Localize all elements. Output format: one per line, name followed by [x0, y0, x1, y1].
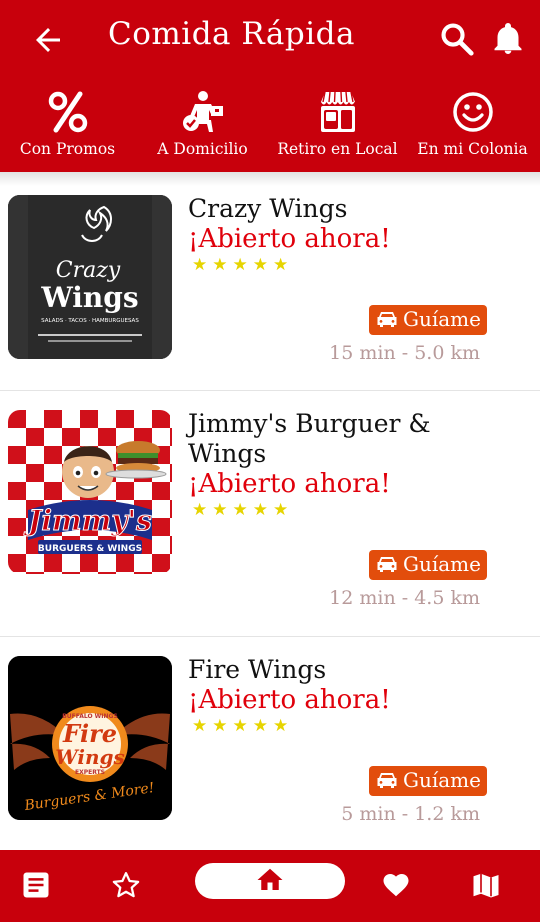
- restaurant-logo-fire-wings: BUFFALO WINGS Fire Wings EXPERTS Burguer…: [8, 656, 172, 820]
- jimmys-logo-image: Jimmy's BURGUERS & WINGS: [8, 410, 172, 574]
- logo-text: Wings: [40, 281, 138, 314]
- arrow-left-icon[interactable]: [30, 22, 66, 58]
- restaurant-name[interactable]: Crazy Wings: [188, 194, 488, 224]
- bell-icon[interactable]: [490, 20, 526, 58]
- percent-icon: [48, 91, 88, 133]
- fire-wings-logo-image: BUFFALO WINGS Fire Wings EXPERTS Burguer…: [8, 656, 172, 820]
- car-icon: [377, 312, 397, 327]
- category-a-domicilio[interactable]: A Domicilio: [135, 88, 270, 168]
- logo-text: SALADS · TACOS · HAMBURGUESAS: [41, 318, 139, 324]
- home-tab[interactable]: [195, 863, 345, 899]
- category-label: Retiro en Local: [277, 140, 398, 158]
- category-bar: Con Promos A Domicilio Retiro en Local E…: [0, 88, 540, 168]
- home-icon: [257, 868, 283, 890]
- app-header: Comida Rápida Con Promos A Domicilio Ret…: [0, 0, 540, 172]
- open-status: ¡Abierto ahora!: [188, 469, 391, 499]
- open-status: ¡Abierto ahora!: [188, 224, 391, 254]
- category-en-mi-colonia[interactable]: En mi Colonia: [405, 88, 540, 168]
- bottom-navigation: [0, 850, 540, 922]
- logo-text: Crazy: [56, 258, 121, 283]
- logo-text: Jimmy's: [23, 504, 152, 537]
- guide-label: Guíame: [403, 552, 481, 576]
- category-retiro-en-local[interactable]: Retiro en Local: [270, 88, 405, 168]
- logo-text: Wings: [55, 745, 125, 769]
- rating-stars: ★★★★★: [192, 716, 294, 736]
- search-icon[interactable]: [438, 20, 476, 58]
- guide-button[interactable]: Guíame: [369, 550, 487, 580]
- page-title: Comida Rápida: [108, 16, 355, 52]
- distance-text: 5 min - 1.2 km: [341, 803, 480, 825]
- category-label: A Domicilio: [157, 140, 248, 158]
- guide-label: Guíame: [403, 307, 481, 331]
- restaurant-name[interactable]: Jimmy's Burguer & Wings: [188, 409, 488, 469]
- logo-text: BURGUERS & WINGS: [38, 544, 142, 554]
- restaurant-name[interactable]: Fire Wings: [188, 655, 488, 685]
- distance-text: 15 min - 5.0 km: [329, 342, 480, 364]
- star-outline-icon[interactable]: [111, 870, 141, 900]
- list-icon[interactable]: [21, 870, 51, 900]
- heart-icon[interactable]: [381, 870, 411, 900]
- smiley-icon: [453, 92, 493, 132]
- car-icon: [377, 557, 397, 572]
- category-label: Con Promos: [19, 140, 116, 158]
- crazy-wings-logo-image: Crazy Wings SALADS · TACOS · HAMBURGUESA…: [8, 195, 172, 359]
- restaurant-logo-crazy-wings: Crazy Wings SALADS · TACOS · HAMBURGUESA…: [8, 195, 172, 359]
- map-icon[interactable]: [471, 870, 501, 900]
- guide-label: Guíame: [403, 768, 481, 792]
- restaurant-logo-jimmys: Jimmy's BURGUERS & WINGS: [8, 410, 172, 574]
- category-con-promos[interactable]: Con Promos: [0, 88, 135, 168]
- restaurant-card[interactable]: Jimmy's BURGUERS & WINGS Jimmy's Burguer…: [0, 391, 540, 637]
- rating-stars: ★★★★★: [192, 255, 294, 275]
- logo-text: Fire: [62, 719, 117, 748]
- distance-text: 12 min - 4.5 km: [329, 587, 480, 609]
- restaurant-list[interactable]: Crazy Wings SALADS · TACOS · HAMBURGUESA…: [0, 172, 540, 850]
- restaurant-card[interactable]: Crazy Wings SALADS · TACOS · HAMBURGUESA…: [0, 172, 540, 391]
- open-status: ¡Abierto ahora!: [188, 685, 391, 715]
- delivery-icon: [183, 91, 223, 132]
- storefront-icon: [321, 91, 355, 132]
- rating-stars: ★★★★★: [192, 500, 294, 520]
- logo-text: EXPERTS: [75, 769, 105, 776]
- guide-button[interactable]: Guíame: [369, 305, 487, 335]
- car-icon: [377, 773, 397, 788]
- guide-button[interactable]: Guíame: [369, 766, 487, 796]
- restaurant-card[interactable]: BUFFALO WINGS Fire Wings EXPERTS Burguer…: [0, 637, 540, 850]
- category-label: En mi Colonia: [417, 140, 528, 158]
